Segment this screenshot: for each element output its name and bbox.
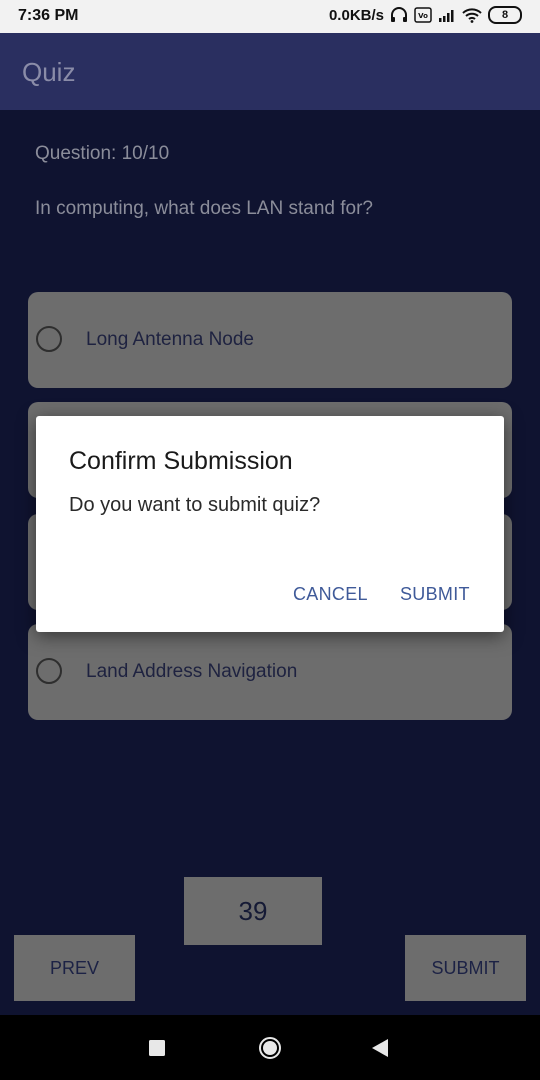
headphones-icon bbox=[390, 7, 408, 23]
confirm-dialog: Confirm Submission Do you want to submit… bbox=[36, 416, 504, 632]
svg-text:Vo: Vo bbox=[418, 12, 428, 20]
status-icons: 0.0KB/s Vo 8 bbox=[329, 6, 522, 24]
status-time: 7:36 PM bbox=[18, 7, 79, 24]
dialog-message: Do you want to submit quiz? bbox=[69, 494, 321, 516]
volte-icon: Vo bbox=[414, 7, 432, 23]
home-icon[interactable] bbox=[258, 1036, 282, 1065]
battery-icon: 8 bbox=[488, 6, 522, 24]
network-speed: 0.0KB/s bbox=[328, 6, 384, 24]
system-nav-bar bbox=[0, 1015, 540, 1080]
dialog-submit-button[interactable]: SUBMIT bbox=[400, 584, 470, 605]
back-icon[interactable] bbox=[372, 1039, 388, 1062]
status-bar: 7:36 PM 0.0KB/s Vo 8 bbox=[0, 0, 540, 33]
dialog-title: Confirm Submission bbox=[69, 447, 293, 475]
cancel-button[interactable]: CANCEL bbox=[293, 584, 368, 605]
recents-icon[interactable] bbox=[149, 1040, 165, 1061]
signal-icon bbox=[438, 8, 456, 22]
wifi-icon bbox=[462, 7, 482, 23]
